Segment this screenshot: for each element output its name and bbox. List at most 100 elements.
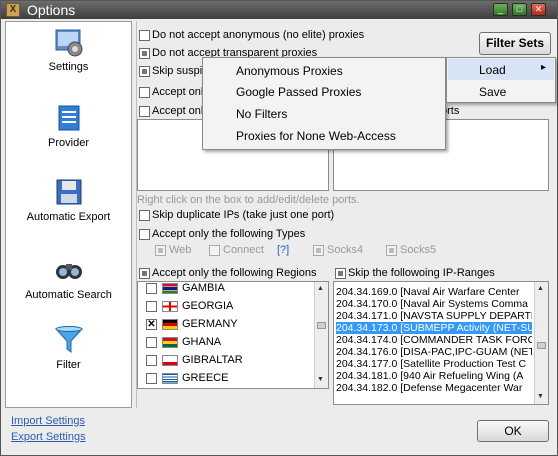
scroll-down-icon[interactable]: ▼ bbox=[537, 393, 544, 400]
opt-accept-ports-checkbox[interactable] bbox=[139, 87, 150, 98]
scroll-up-icon[interactable]: ▲ bbox=[537, 285, 544, 292]
menu-item-save[interactable]: Save bbox=[479, 85, 506, 99]
type-socks5-checkbox[interactable] bbox=[386, 245, 397, 256]
region-checkbox[interactable] bbox=[146, 283, 157, 294]
scroll-thumb[interactable] bbox=[317, 322, 326, 329]
sidebar: Settings Provider Automatic Export Autom… bbox=[5, 21, 132, 408]
region-checkbox[interactable] bbox=[146, 373, 157, 384]
sidebar-item-filter[interactable]: Filter bbox=[6, 324, 131, 371]
type-socks5-label: Socks5 bbox=[400, 244, 437, 256]
maximize-button[interactable]: □ bbox=[512, 3, 527, 16]
type-socks4-checkbox[interactable] bbox=[313, 245, 324, 256]
flag-icon bbox=[162, 373, 178, 384]
table-row[interactable]: 204.34.170.0 [Naval Air Systems Comma bbox=[336, 298, 532, 310]
menu-item-google-passed-proxies[interactable]: Google Passed Proxies bbox=[236, 85, 361, 99]
scroll-thumb[interactable] bbox=[537, 342, 546, 349]
type-connect-checkbox[interactable] bbox=[209, 245, 220, 256]
region-name: GREECE bbox=[182, 372, 229, 384]
opt-accept-only-label: Accept onl bbox=[152, 105, 204, 117]
skip-ipranges-label: Skip the followoing IP-Ranges bbox=[348, 267, 495, 279]
table-row[interactable]: 204.34.181.0 [940 Air Refueling Wing (A bbox=[336, 370, 532, 382]
sidebar-item-settings[interactable]: Settings bbox=[6, 26, 131, 73]
flag-icon bbox=[162, 337, 178, 348]
list-item[interactable]: GEORGIA bbox=[138, 298, 308, 316]
floppy-disk-icon bbox=[56, 179, 81, 205]
accept-types-checkbox[interactable] bbox=[139, 229, 150, 240]
list-item[interactable]: GHANA bbox=[138, 334, 308, 352]
menu-item-anonymous-proxies[interactable]: Anonymous Proxies bbox=[236, 64, 343, 78]
menu-item-proxies-for-none-web-access[interactable]: Proxies for None Web-Access bbox=[236, 129, 396, 143]
table-row[interactable]: 204.34.169.0 [Naval Air Warfare Center bbox=[336, 286, 532, 298]
table-row-selected[interactable]: 204.34.173.0 [SUBMEPP Activity (NET-SU bbox=[336, 322, 532, 334]
app-icon: X bbox=[6, 3, 20, 17]
import-settings-link[interactable]: Import Settings bbox=[11, 415, 85, 427]
types-help-link[interactable]: [?] bbox=[277, 244, 289, 256]
scroll-up-icon[interactable]: ▲ bbox=[317, 285, 324, 292]
opt-suspicious-checkbox[interactable] bbox=[139, 66, 150, 77]
flag-icon bbox=[162, 283, 178, 294]
flag-icon bbox=[162, 355, 178, 366]
load-save-menu: Load ▸ Save bbox=[446, 57, 556, 103]
table-row[interactable]: 204.34.171.0 [NAVSTA SUPPLY DEPARTM bbox=[336, 310, 532, 322]
region-checkbox[interactable] bbox=[146, 337, 157, 348]
menu-item-no-filters[interactable]: No Filters bbox=[236, 107, 287, 121]
accept-regions-checkbox[interactable] bbox=[139, 268, 150, 279]
provider-icon bbox=[58, 105, 79, 131]
region-name: GEORGIA bbox=[182, 300, 234, 312]
region-checkbox[interactable] bbox=[146, 301, 157, 312]
sidebar-item-label: Filter bbox=[56, 359, 81, 371]
sidebar-item-label: Settings bbox=[48, 61, 89, 73]
opt-anonymous-label: Do not accept anonymous (no elite) proxi… bbox=[152, 29, 365, 41]
table-row[interactable]: 204.34.177.0 [Satellite Production Test … bbox=[336, 358, 532, 370]
ipranges-scrollbar[interactable]: ▲ ▼ bbox=[534, 282, 548, 404]
sidebar-item-provider[interactable]: Provider bbox=[6, 102, 131, 149]
regions-list[interactable]: GAMBIA GEORGIA ✕ GERMANY GHANA GIBRALTAR… bbox=[137, 281, 329, 389]
type-web-checkbox[interactable] bbox=[155, 245, 166, 256]
accept-regions-label: Accept only the following Regions bbox=[152, 267, 317, 279]
region-name: GERMANY bbox=[182, 318, 238, 330]
region-name: GIBRALTAR bbox=[182, 354, 243, 366]
options-window: X Options _ □ ✕ Settings Provider Automa… bbox=[0, 0, 558, 456]
type-connect-label: Connect bbox=[223, 244, 264, 256]
opt-transparent-checkbox[interactable] bbox=[139, 48, 150, 59]
ok-button[interactable]: OK bbox=[477, 420, 549, 442]
minimize-button[interactable]: _ bbox=[493, 3, 508, 16]
skip-duplicate-label: Skip duplicate IPs (take just one port) bbox=[152, 209, 335, 221]
list-item[interactable]: GREECE bbox=[138, 370, 308, 388]
scroll-down-icon[interactable]: ▼ bbox=[317, 376, 324, 383]
region-checkbox[interactable] bbox=[146, 355, 157, 366]
ipranges-list[interactable]: 204.34.169.0 [Naval Air Warfare Center 2… bbox=[333, 281, 549, 405]
sidebar-item-label: Automatic Export bbox=[26, 211, 111, 223]
opt-anonymous-checkbox[interactable] bbox=[139, 30, 150, 41]
export-settings-link[interactable]: Export Settings bbox=[11, 431, 86, 443]
region-checkbox[interactable]: ✕ bbox=[146, 319, 157, 330]
skip-ipranges-checkbox[interactable] bbox=[335, 268, 346, 279]
flag-icon bbox=[162, 301, 178, 312]
opt-accept-only-checkbox[interactable] bbox=[139, 106, 150, 117]
close-button[interactable]: ✕ bbox=[531, 3, 546, 16]
region-name: GAMBIA bbox=[182, 282, 225, 294]
accept-types-label: Accept only the following Types bbox=[152, 228, 306, 240]
sidebar-item-automatic-export[interactable]: Automatic Export bbox=[6, 176, 131, 223]
table-row[interactable]: 204.34.182.0 [Defense Megacenter War bbox=[336, 382, 532, 394]
ports-hint: Right click on the box to add/edit/delet… bbox=[137, 194, 360, 206]
title-bar[interactable]: X Options _ □ ✕ bbox=[1, 1, 557, 19]
list-item[interactable]: GAMBIA bbox=[138, 282, 308, 298]
list-item[interactable]: ✕ GERMANY bbox=[138, 316, 308, 334]
table-row[interactable]: 204.34.176.0 [DISA-PAC,IPC-GUAM (NET bbox=[336, 346, 532, 358]
regions-scrollbar[interactable]: ▲ ▼ bbox=[314, 282, 328, 388]
sidebar-item-automatic-search[interactable]: Automatic Search bbox=[6, 254, 131, 301]
submenu-arrow-icon: ▸ bbox=[541, 62, 547, 73]
filter-sets-button[interactable]: Filter Sets bbox=[479, 32, 551, 55]
opt-accept-ports-label: Accept onl bbox=[152, 86, 204, 98]
skip-duplicate-checkbox[interactable] bbox=[139, 210, 150, 221]
sidebar-item-label: Provider bbox=[48, 137, 89, 149]
window-title: Options bbox=[27, 2, 76, 18]
settings-icon bbox=[55, 29, 82, 57]
menu-item-load[interactable]: Load bbox=[479, 63, 506, 77]
opt-suspicious-label: Skip suspic bbox=[152, 65, 208, 77]
list-item[interactable]: GIBRALTAR bbox=[138, 352, 308, 370]
table-row[interactable]: 204.34.174.0 [COMMANDER TASK FORC bbox=[336, 334, 532, 346]
region-name: GHANA bbox=[182, 336, 222, 348]
type-socks4-label: Socks4 bbox=[327, 244, 364, 256]
